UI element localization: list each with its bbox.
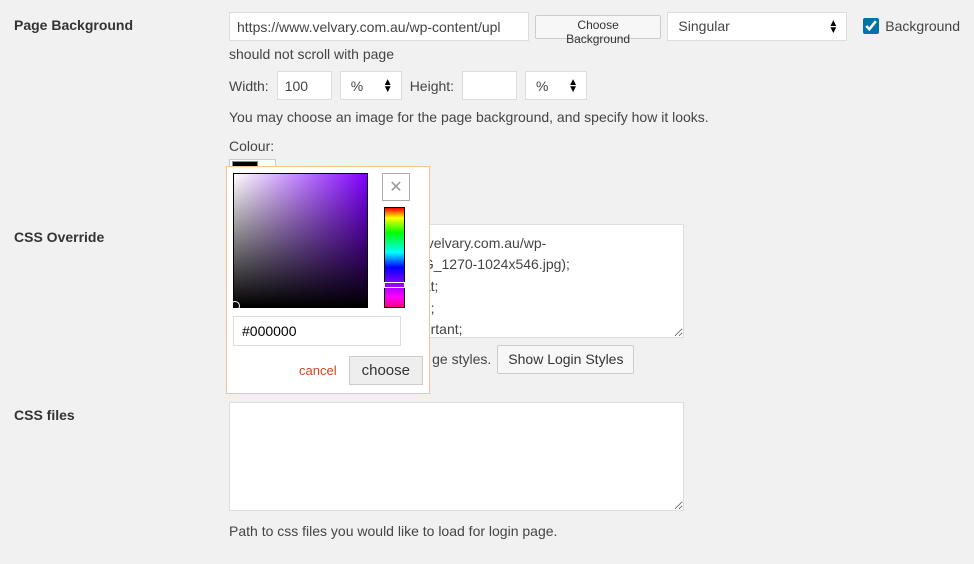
chevron-updown-icon: ▲▼ xyxy=(383,79,393,93)
choose-background-button[interactable]: Choose Background xyxy=(535,15,662,39)
show-login-styles-button[interactable]: Show Login Styles xyxy=(497,345,634,374)
css-override-hint-visible: ge styles. xyxy=(432,348,491,370)
bg-repeat-select[interactable]: Singular ▲▼ xyxy=(667,12,847,41)
picker-hue-slider[interactable] xyxy=(384,207,405,308)
colour-label: Colour: xyxy=(229,135,960,157)
css-files-textarea[interactable] xyxy=(229,402,684,511)
label-css-files: CSS files xyxy=(14,402,229,423)
height-unit-value: % xyxy=(536,75,548,97)
height-label: Height: xyxy=(410,75,454,97)
label-css-override: CSS Override xyxy=(14,224,229,245)
css-files-help: Path to css files you would like to load… xyxy=(229,520,960,542)
width-label: Width: xyxy=(229,75,269,97)
picker-cancel-link[interactable]: cancel xyxy=(299,363,337,378)
bg-fixed-hint: should not scroll with page xyxy=(229,43,960,65)
chevron-updown-icon: ▲▼ xyxy=(568,79,578,93)
bg-url-input[interactable] xyxy=(229,12,529,41)
bg-help-text: You may choose an image for the page bac… xyxy=(229,106,960,128)
height-unit-select[interactable]: % ▲▼ xyxy=(525,71,587,100)
close-icon: ✕ xyxy=(389,177,402,197)
picker-sv-marker xyxy=(230,301,240,311)
picker-hex-input[interactable] xyxy=(233,316,401,346)
colour-picker: ✕ cancel choose xyxy=(226,166,430,394)
label-page-background: Page Background xyxy=(14,12,229,33)
picker-hue-marker xyxy=(384,282,405,288)
bg-fixed-label: Background xyxy=(885,15,960,37)
picker-sv-area[interactable] xyxy=(233,173,368,308)
width-unit-value: % xyxy=(351,75,363,97)
width-input[interactable] xyxy=(277,71,332,100)
picker-choose-button[interactable]: choose xyxy=(349,356,423,385)
picker-close-button[interactable]: ✕ xyxy=(382,173,410,201)
bg-repeat-value: Singular xyxy=(678,15,729,37)
width-unit-select[interactable]: % ▲▼ xyxy=(340,71,402,100)
chevron-updown-icon: ▲▼ xyxy=(828,20,838,34)
bg-fixed-checkbox[interactable] xyxy=(863,18,879,34)
height-input[interactable] xyxy=(462,71,517,100)
